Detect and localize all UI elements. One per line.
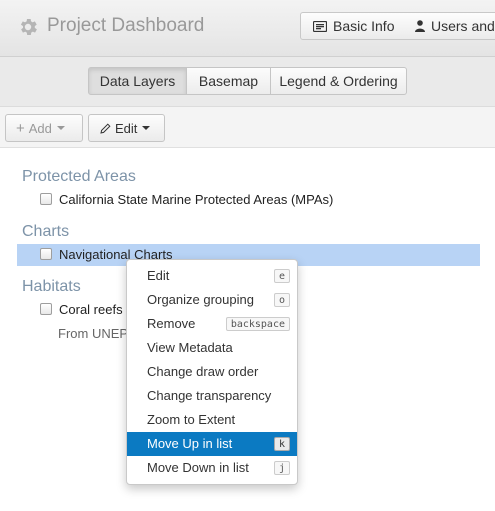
menu-item-edit[interactable]: Edit e [127, 264, 297, 288]
shortcut-key: backspace [225, 317, 290, 331]
menu-item-label: View Metadata [147, 340, 233, 355]
layer-checkbox[interactable] [40, 303, 52, 315]
layer-label: Coral reefs [59, 302, 123, 317]
menu-item-label: Change transparency [147, 388, 272, 403]
menu-item-organize-grouping[interactable]: Organize grouping o [127, 288, 297, 312]
edit-label: Edit [115, 120, 138, 136]
basic-info-button[interactable]: Basic Info [300, 12, 404, 40]
menu-item-label: Organize grouping [147, 292, 254, 307]
layer-context-menu: Edit e Organize grouping o Remove backsp… [126, 259, 298, 485]
menu-item-change-transparency[interactable]: Change transparency [127, 384, 297, 408]
users-label: Users and G [431, 18, 495, 34]
pencil-icon [100, 122, 111, 134]
menu-item-zoom-to-extent[interactable]: Zoom to Extent [127, 408, 297, 432]
plus-icon: + [16, 119, 25, 137]
users-and-groups-button[interactable]: Users and G [403, 12, 495, 40]
menu-item-label: Zoom to Extent [147, 412, 236, 427]
gear-icon [20, 19, 37, 35]
group-title-habitats[interactable]: Habitats [22, 278, 81, 296]
menu-item-move-down[interactable]: Move Down in list j [127, 456, 297, 480]
add-label: Add [28, 120, 52, 136]
layer-checkbox[interactable] [40, 193, 52, 205]
edit-button[interactable]: Edit [88, 114, 165, 142]
layer-row[interactable]: California State Marine Protected Areas … [17, 189, 480, 211]
menu-item-label: Move Up in list [147, 436, 233, 451]
chevron-down-icon [142, 126, 151, 130]
tab-data-layers[interactable]: Data Layers [88, 67, 187, 95]
chevron-down-icon [56, 126, 65, 130]
menu-item-remove[interactable]: Remove backspace [127, 312, 297, 336]
shortcut-key: o [273, 293, 290, 307]
shortcut-key: k [273, 437, 290, 451]
menu-item-move-up[interactable]: Move Up in list k [127, 432, 297, 456]
group-title-protected-areas[interactable]: Protected Areas [22, 168, 136, 186]
page-title: Project Dashboard [47, 15, 205, 36]
basic-info-label: Basic Info [333, 18, 395, 34]
add-button[interactable]: + Add [5, 114, 83, 142]
menu-item-label: Change draw order [147, 364, 259, 379]
menu-item-change-draw-order[interactable]: Change draw order [127, 360, 297, 384]
tab-legend-ordering[interactable]: Legend & Ordering [270, 67, 407, 95]
group-title-charts[interactable]: Charts [22, 223, 69, 241]
user-icon [415, 20, 425, 32]
layer-label: California State Marine Protected Areas … [59, 192, 334, 207]
section-tabs-bar: Data Layers Basemap Legend & Ordering [0, 57, 495, 107]
shortcut-key: j [273, 461, 290, 475]
menu-item-label: Remove [147, 316, 196, 331]
layers-toolbar: + Add Edit [0, 107, 495, 148]
tab-basemap[interactable]: Basemap [186, 67, 271, 95]
shortcut-key: e [273, 269, 290, 283]
menu-item-view-metadata[interactable]: View Metadata [127, 336, 297, 360]
layer-checkbox[interactable] [40, 248, 52, 260]
menu-item-label: Move Down in list [147, 460, 249, 475]
app-header: Project Dashboard Basic Info Users and G [0, 0, 495, 57]
info-card-icon [313, 20, 327, 32]
tab-group: Data Layers Basemap Legend & Ordering [88, 67, 407, 95]
menu-item-label: Edit [147, 268, 170, 283]
layer-description: From UNEP [58, 326, 129, 341]
